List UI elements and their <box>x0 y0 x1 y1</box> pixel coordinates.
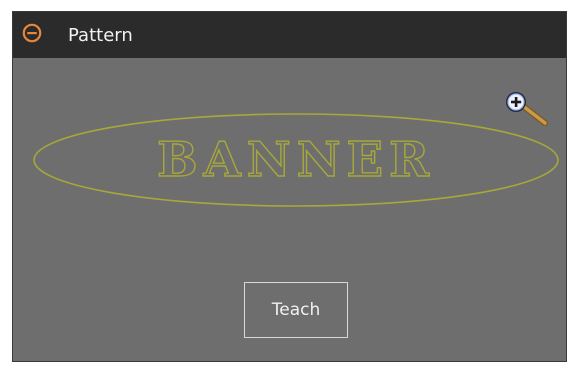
pattern-text: BANNER <box>157 132 435 188</box>
minus-circle-icon[interactable] <box>22 23 42 43</box>
panel-header: Pattern <box>13 12 566 58</box>
pattern-panel: Pattern BANNER Teach <box>12 11 567 362</box>
panel-title: Pattern <box>68 25 133 46</box>
pattern-canvas: BANNER Teach <box>13 58 566 361</box>
teach-button[interactable]: Teach <box>244 282 348 338</box>
banner-logo-pattern: BANNER <box>33 113 559 207</box>
